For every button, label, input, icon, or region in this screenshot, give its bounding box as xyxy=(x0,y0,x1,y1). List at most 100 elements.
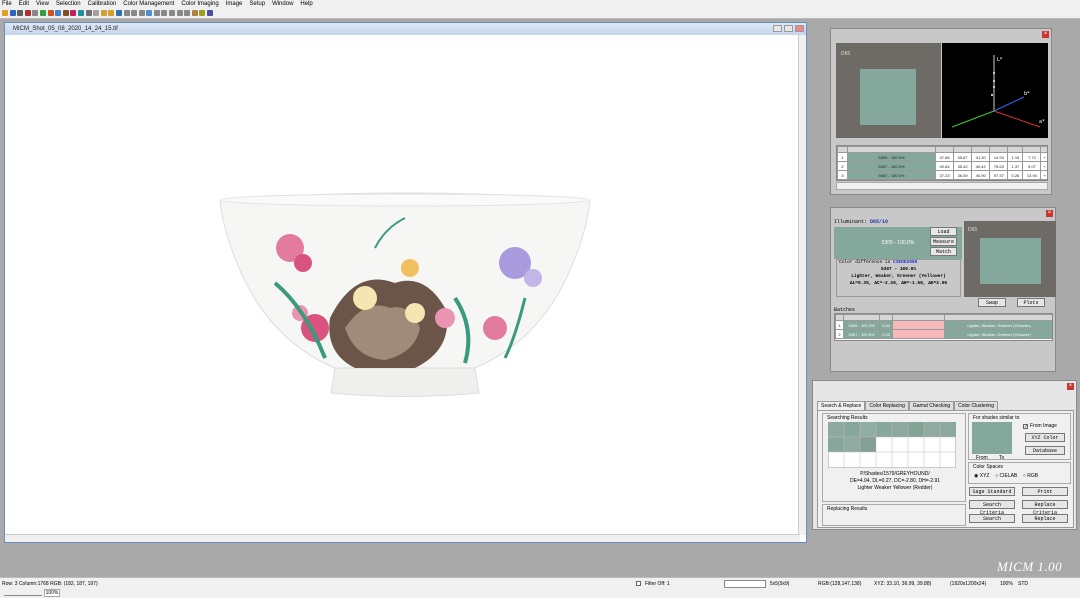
batch-desc: Lighter, Weaker, Greener (Yellower) xyxy=(944,320,1052,330)
diff-sample-name: 5307 - 100.0% xyxy=(880,267,917,272)
a-axis-label: a* xyxy=(1039,119,1045,125)
menu-color-imaging[interactable]: Color Imaging xyxy=(181,1,218,7)
zoom-in-icon[interactable] xyxy=(100,10,107,16)
close-icon[interactable]: × xyxy=(1046,210,1053,217)
copy-icon[interactable] xyxy=(32,10,39,16)
help-icon[interactable] xyxy=(207,10,214,16)
batch-index: 2 xyxy=(835,329,844,339)
batch-row[interactable]: 2 5307 - 100.0% 2.05 Lighter, Weaker, Gr… xyxy=(835,329,1052,339)
minimize-button[interactable] xyxy=(773,25,782,32)
save-icon[interactable] xyxy=(9,10,16,16)
diff-model[interactable]: CIEDE2000 xyxy=(893,260,917,265)
menu-file[interactable]: File xyxy=(2,1,12,7)
rotate-icon[interactable] xyxy=(115,10,122,16)
batch-name: 5307 - 100.0% xyxy=(843,329,880,339)
print-button[interactable]: Print xyxy=(1022,487,1068,496)
image-window-titlebar[interactable]: MICM_Shot_05_08_2020_14_24_15.tif xyxy=(5,23,806,35)
select-ellipse-icon[interactable] xyxy=(131,10,138,16)
line-icon[interactable] xyxy=(153,10,160,16)
zoom-out-icon[interactable] xyxy=(108,10,115,16)
search-replace-panel: × Search & Replace Color Replacing Gamut… xyxy=(812,380,1077,530)
vertical-scrollbar[interactable] xyxy=(798,35,806,535)
menu-calibration[interactable]: Calibration xyxy=(88,1,117,7)
close-icon[interactable]: × xyxy=(1042,31,1049,38)
radio-cielab-icon[interactable]: ○ xyxy=(995,473,998,479)
load-button[interactable]: Load xyxy=(930,227,957,236)
tab-gamut-checking[interactable]: Gamut Checking xyxy=(908,401,955,410)
close-icon[interactable]: × xyxy=(1067,383,1074,390)
box-icon[interactable] xyxy=(161,10,168,16)
status-dimensions: (1920x1200x24) xyxy=(950,581,987,587)
swap-button[interactable]: Swap xyxy=(978,298,1006,307)
cell: 40.42 xyxy=(971,161,991,171)
results-swatch-grid[interactable] xyxy=(828,422,956,468)
from-image-checkbox[interactable]: ✓ xyxy=(1023,424,1028,430)
cut-icon[interactable] xyxy=(24,10,31,16)
radio-xyz-icon[interactable]: ◉ xyxy=(974,473,978,479)
camera-icon[interactable] xyxy=(47,10,54,16)
select-rect-icon[interactable] xyxy=(123,10,130,16)
maximize-button[interactable] xyxy=(784,25,793,32)
menu-help[interactable]: Help xyxy=(300,1,312,7)
zoom-slider[interactable] xyxy=(4,591,42,596)
size-dropdown[interactable] xyxy=(724,580,766,588)
xyz-color-button[interactable]: XYZ Color xyxy=(1025,433,1065,442)
for-shades-label: For shades similar to xyxy=(973,415,1020,421)
search-button[interactable]: Search xyxy=(969,514,1015,523)
table-row[interactable]: 3 5467 - 100.0% 37.23 36.39 40.90 97.37 … xyxy=(837,170,1047,180)
match-button[interactable]: Match xyxy=(930,247,957,256)
lightbulb-icon[interactable] xyxy=(199,10,206,16)
menu-image[interactable]: Image xyxy=(226,1,243,7)
menu-view[interactable]: View xyxy=(36,1,49,7)
lab-3d-plot: L* a* b* xyxy=(942,43,1048,138)
row-index: 2 xyxy=(837,161,848,171)
crop-icon[interactable] xyxy=(93,10,100,16)
print-icon[interactable] xyxy=(17,10,24,16)
batch-row[interactable]: 1 5305 - 100.0% 0.00 Lighter, Weaker, Gr… xyxy=(835,320,1052,330)
search-criteria-button[interactable]: Search Criteria xyxy=(969,500,1015,516)
tab-search-replace[interactable]: Search & Replace xyxy=(817,401,866,410)
illuminant-value[interactable]: D65/10 xyxy=(870,219,888,225)
fill-icon[interactable] xyxy=(176,10,183,16)
lasso-icon[interactable] xyxy=(138,10,145,16)
close-button[interactable] xyxy=(795,25,804,32)
replace-button[interactable]: Replace xyxy=(1022,514,1068,523)
menu-window[interactable]: Window xyxy=(272,1,293,7)
target-icon[interactable] xyxy=(70,10,77,16)
paste-icon[interactable] xyxy=(39,10,46,16)
wand-icon[interactable] xyxy=(146,10,153,16)
zoom-input[interactable]: 100% xyxy=(44,589,60,597)
filter-checkbox[interactable] xyxy=(636,581,641,586)
table-row[interactable]: 1 5305 - 100.0% 37.66 35.87 41.30 14.93 … xyxy=(837,152,1047,162)
gamut-icon[interactable] xyxy=(77,10,84,16)
image-window[interactable]: MICM_Shot_05_08_2020_14_24_15.tif xyxy=(4,22,807,543)
row-index: 3 xyxy=(837,170,848,180)
table-row[interactable]: 2 5307 - 100.0% 40.64 35.42 40.42 75.63 … xyxy=(837,161,1047,171)
menu-setup[interactable]: Setup xyxy=(249,1,265,7)
replace-criteria-button[interactable]: Replace Criteria xyxy=(1022,500,1068,516)
eyedropper-icon[interactable] xyxy=(184,10,191,16)
open-icon[interactable] xyxy=(2,10,8,16)
menu-edit[interactable]: Edit xyxy=(19,1,29,7)
cell: 1.15 xyxy=(1007,152,1024,162)
menu-selection[interactable]: Selection xyxy=(56,1,81,7)
sage-standard-button[interactable]: Sage Standard xyxy=(969,487,1015,496)
tab-color-clustering[interactable]: Color Clustering xyxy=(954,401,998,410)
status-pixel-info: Row: 3 Column:1768 RGB: (182, 187, 197) xyxy=(2,581,98,587)
radio-rgb-label: RGB xyxy=(1027,473,1039,479)
measure-button[interactable]: Measure xyxy=(930,237,957,246)
horizontal-scrollbar[interactable] xyxy=(5,534,800,542)
hand-icon[interactable] xyxy=(191,10,198,16)
database-button[interactable]: Database xyxy=(1025,446,1065,455)
measure-icon[interactable] xyxy=(55,10,62,16)
grid-icon[interactable] xyxy=(85,10,92,16)
radio-rgb-icon[interactable]: ○ xyxy=(1023,473,1026,479)
batches-grid: 1 5305 - 100.0% 0.00 Lighter, Weaker, Gr… xyxy=(835,314,1052,339)
row-name: 5467 - 100.0% xyxy=(847,170,936,180)
tab-color-replacing[interactable]: Color Replacing xyxy=(865,401,909,410)
palette-icon[interactable] xyxy=(62,10,69,16)
menu-color-management[interactable]: Color Management xyxy=(123,1,174,7)
table-scrollbar[interactable] xyxy=(836,182,1048,190)
plots-button[interactable]: Plots xyxy=(1017,298,1045,307)
circle-icon[interactable] xyxy=(169,10,176,16)
